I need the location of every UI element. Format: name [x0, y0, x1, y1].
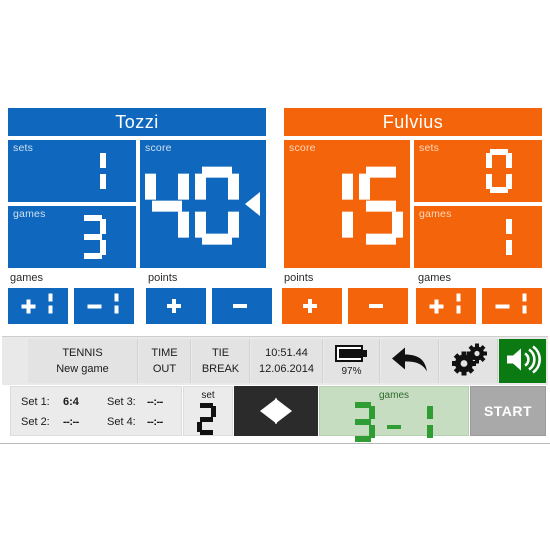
score-cell-left[interactable]: score — [140, 140, 266, 268]
sets-cell-left[interactable]: sets — [8, 140, 136, 202]
adjust-buttons-area: games points points games — [0, 272, 550, 332]
games-value-right — [486, 215, 516, 264]
start-label: START — [483, 403, 533, 419]
sound-button[interactable] — [499, 339, 546, 383]
back-arrow-icon — [391, 346, 429, 377]
sets-label-right: sets — [419, 142, 440, 154]
sets-label-left: sets — [13, 142, 34, 154]
bottom-bar: Set 1: 6:4 Set 2: --:-- Set 3: --:-- Set… — [2, 386, 548, 442]
set-2-value: --:-- — [63, 416, 79, 428]
current-set-indicator: set — [183, 386, 233, 436]
minus-icon — [369, 299, 383, 313]
scoreboard-app: Tozzi sets games score Fulvius score set… — [0, 104, 550, 444]
games-total-score — [351, 402, 437, 447]
clock-display: 10:51.44 12.06.2014 — [251, 339, 323, 383]
games-total-label: games — [378, 390, 409, 401]
games-total-panel: games — [319, 386, 469, 442]
adjust-points-label-left: points — [148, 272, 178, 284]
score-value-left — [145, 166, 245, 250]
adjust-games-label-left: games — [10, 272, 44, 284]
set-1-value: 6:4 — [63, 396, 79, 408]
settings-button[interactable] — [440, 339, 498, 383]
sets-value-right — [486, 149, 516, 198]
games-plus-button-right[interactable] — [416, 288, 476, 324]
games-total-left — [351, 402, 379, 447]
mode-line-2: New game — [56, 363, 109, 375]
minus-icon — [87, 299, 102, 313]
gears-icon — [449, 343, 489, 379]
points-plus-button-right[interactable] — [282, 288, 342, 324]
plus-icon — [167, 299, 181, 313]
tiebreak-line-2: BREAK — [201, 363, 240, 375]
timeout-line-1: TIME — [151, 347, 178, 359]
sets-value-left — [80, 149, 110, 198]
set-4-value: --:-- — [147, 416, 163, 428]
minus-icon — [495, 299, 510, 313]
games-minus-button-left[interactable] — [74, 288, 134, 324]
points-minus-button-left[interactable] — [212, 288, 272, 324]
battery-percent-label: 97% — [341, 366, 362, 377]
swap-sides-button[interactable] — [234, 386, 318, 436]
player-name-right[interactable]: Fulvius — [284, 108, 542, 136]
score-label-right: score — [289, 142, 316, 154]
undo-button[interactable] — [381, 339, 439, 383]
plus-icon — [429, 299, 444, 313]
games-label-left: games — [13, 208, 46, 220]
games-total-right — [409, 402, 437, 447]
clock-date: 12.06.2014 — [258, 363, 315, 375]
battery-icon — [334, 345, 369, 363]
games-total-separator — [387, 424, 401, 429]
set-2-label: Set 2: — [21, 416, 50, 428]
games-plus-button-left[interactable] — [8, 288, 68, 324]
games-value-left — [80, 215, 110, 264]
mode-button[interactable]: TENNIS New game — [28, 339, 138, 383]
sets-summary-table: Set 1: 6:4 Set 2: --:-- Set 3: --:-- Set… — [10, 386, 182, 436]
minus-icon — [233, 299, 247, 313]
games-minus-button-right[interactable] — [482, 288, 542, 324]
battery-indicator: 97% — [324, 339, 380, 383]
games-cell-right[interactable]: games — [414, 206, 542, 268]
plus-icon — [303, 299, 317, 313]
mode-line-1: TENNIS — [62, 347, 103, 359]
games-label-right: games — [419, 208, 452, 220]
set-4-label: Set 4: — [107, 416, 136, 428]
tiebreak-line-1: TIE — [211, 347, 230, 359]
adjust-points-label-right: points — [284, 272, 314, 284]
clock-time: 10:51.44 — [265, 347, 308, 359]
start-button[interactable]: START — [470, 386, 546, 436]
current-set-value — [197, 403, 219, 440]
tiebreak-button[interactable]: TIE BREAK — [192, 339, 250, 383]
arrow-right-icon — [275, 398, 292, 424]
games-cell-left[interactable]: games — [8, 206, 136, 268]
plus-icon — [21, 299, 36, 313]
score-value-right — [309, 166, 409, 250]
server-indicator-icon — [245, 192, 260, 216]
set-3-label: Set 3: — [107, 396, 136, 408]
current-set-label: set — [201, 390, 215, 401]
points-minus-button-right[interactable] — [348, 288, 408, 324]
score-label-left: score — [145, 142, 172, 154]
player-cells-right: score sets games — [284, 140, 542, 268]
player-name-left[interactable]: Tozzi — [8, 108, 266, 136]
set-3-value: --:-- — [147, 396, 163, 408]
timeout-line-2: OUT — [152, 363, 177, 375]
sets-cell-right[interactable]: sets — [414, 140, 542, 202]
speaker-icon — [505, 345, 541, 377]
adjust-games-label-right: games — [418, 272, 452, 284]
player-cells-left: sets games score — [8, 140, 266, 268]
set-1-label: Set 1: — [21, 396, 50, 408]
points-plus-button-left[interactable] — [146, 288, 206, 324]
score-cell-right[interactable]: score — [284, 140, 410, 268]
toolbar: TENNIS New game TIME OUT TIE BREAK 10:51… — [2, 336, 548, 385]
timeout-button[interactable]: TIME OUT — [139, 339, 191, 383]
